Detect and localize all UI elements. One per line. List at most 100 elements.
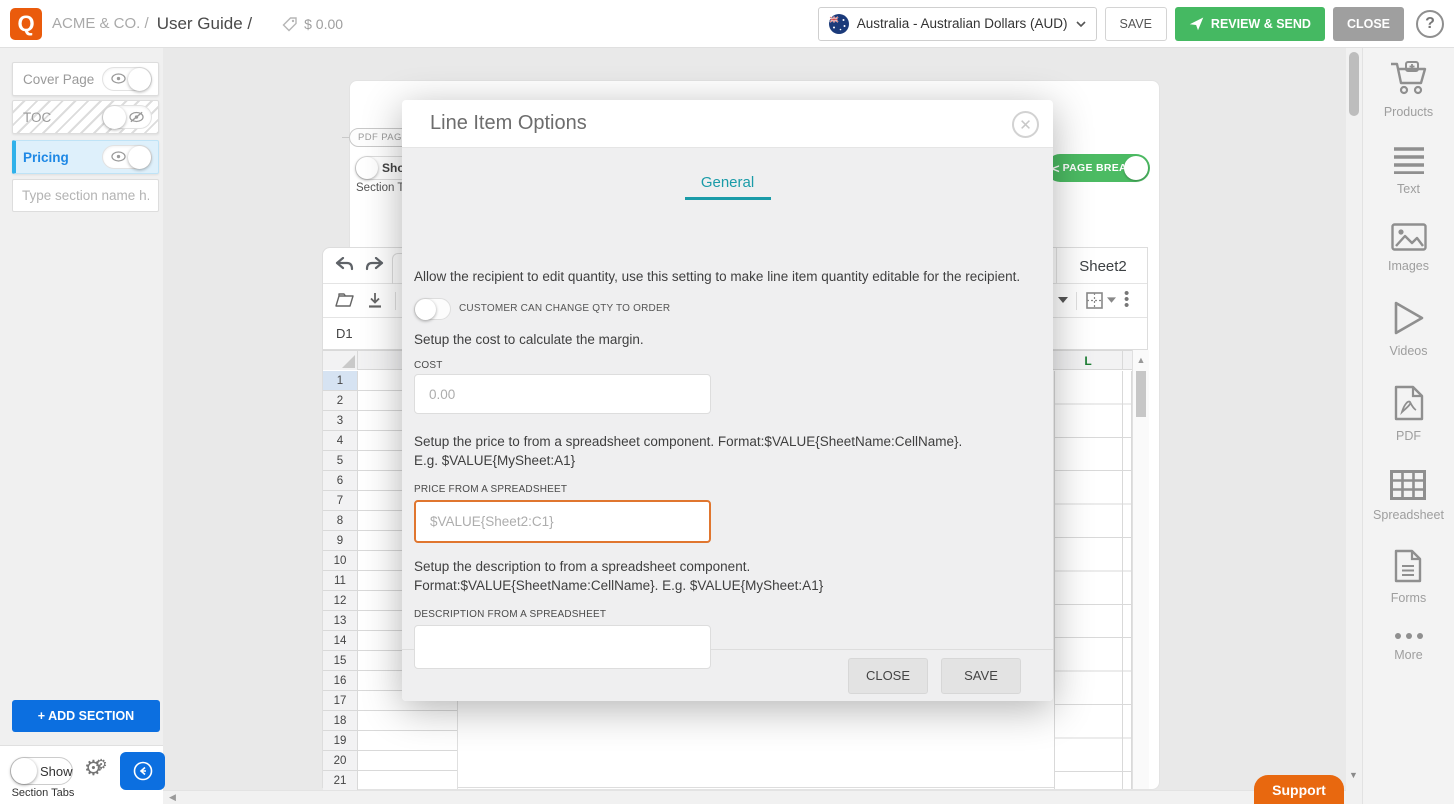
row-header[interactable]: 7	[323, 491, 358, 511]
form-document-icon	[1394, 549, 1422, 583]
sidebar-item-label: Spreadsheet	[1373, 508, 1444, 522]
row-header[interactable]: 9	[323, 531, 358, 551]
row-header[interactable]: 21	[323, 771, 358, 791]
row-header[interactable]: 11	[323, 571, 358, 591]
add-section-button[interactable]: + ADD SECTION	[12, 700, 160, 732]
toc-visibility-toggle[interactable]	[102, 105, 152, 129]
folder-icon[interactable]	[335, 292, 354, 308]
row-header[interactable]: 4	[323, 431, 358, 451]
sidebar-item-spreadsheet[interactable]: Spreadsheet	[1373, 470, 1444, 522]
scroll-down-arrow-icon[interactable]: ▼	[1349, 770, 1358, 780]
dropdown-caret-icon[interactable]	[1058, 297, 1068, 304]
row-header[interactable]: 19	[323, 731, 358, 751]
column-header-l[interactable]: L	[1054, 351, 1123, 370]
currency-select[interactable]: Australia - Australian Dollars (AUD)	[818, 7, 1097, 41]
sidebar-item-forms[interactable]: Forms	[1391, 549, 1426, 605]
row-header[interactable]: 17	[323, 691, 358, 711]
row-header[interactable]: 13	[323, 611, 358, 631]
help-button[interactable]: ?	[1416, 10, 1444, 38]
eye-off-icon	[129, 111, 144, 123]
spreadsheet-vertical-scrollbar[interactable]: ▲	[1132, 350, 1149, 789]
sidebar-item-videos[interactable]: Videos	[1390, 300, 1428, 358]
row-headers: 123456789101112131415161718192021	[323, 371, 358, 791]
customer-qty-toggle-label: CUSTOMER CAN CHANGE QTY TO ORDER	[459, 303, 670, 314]
select-all-corner[interactable]	[323, 351, 358, 370]
settings-gears-icon[interactable]: ⚙⚙	[84, 756, 99, 781]
price-tag-icon	[282, 16, 298, 32]
description-from-spreadsheet-input[interactable]	[414, 625, 711, 669]
eye-icon	[111, 151, 126, 162]
row-header[interactable]: 16	[323, 671, 358, 691]
save-button[interactable]: SAVE	[1105, 7, 1167, 41]
price-label: PRICE FROM A SPREADSHEET	[414, 484, 567, 495]
row-header[interactable]: 2	[323, 391, 358, 411]
scroll-left-arrow-icon[interactable]: ◀	[169, 792, 176, 803]
sidebar-item-pricing[interactable]: Pricing	[12, 140, 159, 174]
pdf-page-dash	[342, 137, 349, 138]
modal-body: General Allow the recipient to edit quan…	[402, 148, 1053, 649]
row-header[interactable]: 10	[323, 551, 358, 571]
sidebar-item-cover-page[interactable]: Cover Page	[12, 62, 159, 96]
support-button[interactable]: Support	[1254, 775, 1344, 804]
kebab-menu-icon[interactable]: •••	[1124, 291, 1129, 309]
row-header[interactable]: 12	[323, 591, 358, 611]
canvas-vertical-scrollbar[interactable]: ▼	[1346, 48, 1362, 804]
grid-column-partial	[1123, 371, 1132, 789]
row-header[interactable]: 20	[323, 751, 358, 771]
sidebar-item-label: PDF	[1396, 429, 1421, 443]
row-header[interactable]: 5	[323, 451, 358, 471]
pricing-visibility-toggle[interactable]	[102, 145, 152, 169]
review-send-button[interactable]: REVIEW & SEND	[1175, 7, 1325, 41]
sidebar-item-label: Text	[1397, 182, 1420, 196]
quote-total-value: $ 0.00	[304, 16, 343, 32]
spreadsheet-grid-icon	[1390, 470, 1426, 500]
modal-close-icon[interactable]: ✕	[1012, 111, 1039, 138]
borders-caret-icon[interactable]	[1107, 297, 1116, 304]
canvas-horizontal-scrollbar[interactable]: ◀	[163, 790, 1346, 804]
sidebar-item-label: More	[1394, 648, 1422, 662]
price-from-spreadsheet-input[interactable]	[414, 500, 711, 543]
app-logo[interactable]: Q	[10, 8, 42, 40]
customer-qty-toggle[interactable]	[414, 298, 451, 320]
sidebar-item-text[interactable]: Text	[1393, 146, 1425, 196]
modal-close-button[interactable]: CLOSE	[848, 658, 928, 694]
row-header[interactable]: 15	[323, 651, 358, 671]
redo-icon[interactable]	[365, 257, 384, 274]
grid-column-l[interactable]	[1054, 371, 1123, 789]
sidebar-item-toc[interactable]: TOC	[12, 100, 159, 134]
sheet2-tab[interactable]: Sheet2	[1056, 248, 1149, 284]
breadcrumb-brand: ACME & CO. /	[52, 15, 149, 32]
canvas-vscroll-thumb[interactable]	[1349, 52, 1359, 116]
section-tabs-label: Section Tabs	[4, 787, 82, 799]
page-break-toggle[interactable]: < PAGE BREAK	[1046, 154, 1150, 182]
borders-icon[interactable]	[1086, 292, 1103, 309]
row-header[interactable]: 14	[323, 631, 358, 651]
row-header[interactable]: 6	[323, 471, 358, 491]
chevron-down-icon	[1076, 21, 1086, 27]
circle-left-arrow-icon	[133, 761, 153, 781]
show-section-tabs-toggle[interactable]: Show	[10, 757, 73, 785]
tab-general[interactable]: General	[402, 174, 1053, 191]
row-header[interactable]: 1	[323, 371, 358, 391]
row-header[interactable]: 3	[323, 411, 358, 431]
scroll-up-arrow-icon[interactable]: ▲	[1133, 350, 1149, 365]
scrollbar-thumb[interactable]	[1136, 371, 1146, 417]
undo-icon[interactable]	[335, 257, 354, 274]
desc-help-text: Setup the description to from a spreadsh…	[414, 557, 989, 595]
cell-reference[interactable]: D1	[323, 326, 353, 341]
download-icon[interactable]	[367, 292, 383, 309]
cost-input[interactable]	[414, 374, 711, 414]
row-header[interactable]: 18	[323, 711, 358, 731]
sidebar-item-products[interactable]: Products	[1384, 61, 1433, 119]
sidebar-item-more[interactable]: More	[1394, 632, 1424, 662]
modal-save-button[interactable]: SAVE	[941, 658, 1021, 694]
close-document-button[interactable]: CLOSE	[1333, 7, 1404, 41]
sidebar-item-pdf[interactable]: PDF	[1394, 385, 1424, 443]
collapse-sidebar-button[interactable]	[120, 752, 165, 790]
quote-total: $ 0.00	[282, 16, 343, 32]
cover-page-visibility-toggle[interactable]	[102, 67, 152, 91]
new-section-name-input[interactable]	[12, 179, 159, 212]
row-header[interactable]: 8	[323, 511, 358, 531]
sidebar-item-images[interactable]: Images	[1388, 223, 1429, 273]
image-icon	[1391, 223, 1427, 251]
